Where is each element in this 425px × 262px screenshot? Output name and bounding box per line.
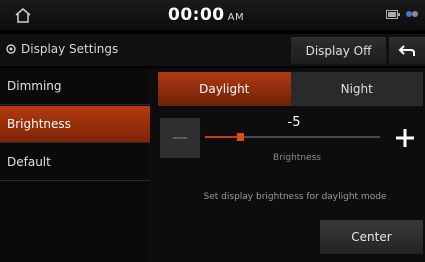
sidebar-item-label: Dimming	[7, 79, 62, 93]
tab-daylight[interactable]: Daylight	[158, 72, 291, 106]
mode-tabs: Daylight Night	[158, 72, 423, 106]
brightness-slider[interactable]	[205, 133, 380, 141]
sidebar-item-label: Default	[7, 155, 51, 169]
slider-handle[interactable]	[237, 133, 244, 141]
tab-night[interactable]: Night	[290, 72, 423, 106]
sidebar-item-dimming[interactable]: Dimming	[0, 68, 150, 105]
sidebar: Dimming Brightness Default	[0, 68, 150, 262]
increase-button[interactable]	[387, 118, 423, 158]
hint-text: Set display brightness for daylight mode	[203, 192, 387, 202]
network-icon	[406, 11, 418, 17]
minus-icon	[173, 137, 187, 139]
page-title: Display Settings	[5, 42, 118, 56]
status-icons	[386, 8, 419, 20]
sidebar-item-label: Brightness	[7, 117, 71, 131]
gear-icon	[6, 44, 16, 54]
home-button[interactable]	[0, 0, 46, 30]
brightness-panel: Daylight Night -5 Brightness Set display…	[150, 68, 425, 262]
decrease-button[interactable]	[160, 118, 200, 158]
brightness-value: -5	[287, 115, 301, 130]
plus-icon	[396, 129, 414, 147]
status-bar: 00:00 AM	[0, 0, 425, 30]
center-button[interactable]: Center	[320, 220, 423, 254]
back-arrow-icon	[398, 44, 415, 56]
title-bar: Display Settings Display Off	[0, 34, 425, 66]
clock: 00:00 AM	[168, 5, 244, 25]
slider-fill	[205, 136, 240, 138]
clock-time: 00:00	[168, 5, 225, 25]
display-off-button[interactable]: Display Off	[291, 37, 386, 64]
clock-ampm: AM	[227, 12, 245, 23]
slider-label: Brightness	[273, 153, 321, 163]
sidebar-item-default[interactable]: Default	[0, 144, 150, 181]
home-icon	[15, 8, 31, 23]
sidebar-item-brightness[interactable]: Brightness	[0, 106, 150, 143]
battery-icon	[386, 9, 400, 19]
back-button[interactable]	[389, 37, 425, 64]
page-title-text: Display Settings	[21, 42, 119, 56]
